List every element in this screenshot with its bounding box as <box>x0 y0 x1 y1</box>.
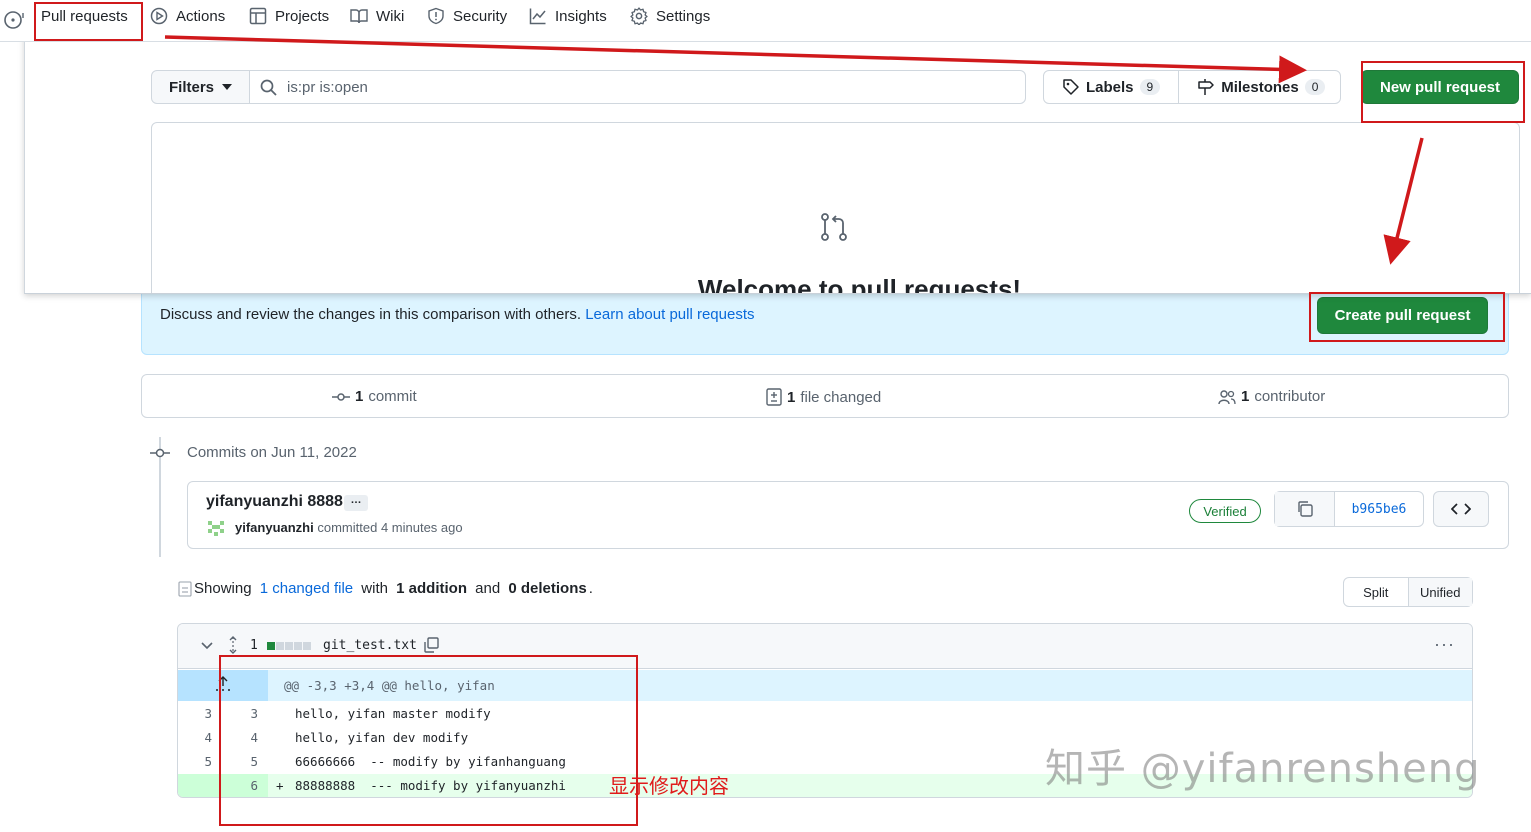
welcome-title: Welcome to pull requests! <box>697 274 1022 294</box>
commit-sha-link[interactable]: b965be6 <box>1335 492 1423 526</box>
labels-button[interactable]: Labels 9 <box>1044 71 1178 103</box>
shield-icon <box>428 7 444 25</box>
files-summary[interactable]: 1 file changed <box>766 388 881 406</box>
files-label: file changed <box>800 388 882 406</box>
commit-time: committed 4 minutes ago <box>317 520 463 535</box>
tab-settings[interactable]: Settings <box>630 6 710 26</box>
git-commit-icon <box>332 392 350 401</box>
watermark: 知乎 @yifanrensheng <box>1045 746 1481 792</box>
annotation-box-new-pr <box>1361 61 1525 123</box>
tab-insights[interactable]: Insights <box>529 6 607 26</box>
old-line-number[interactable]: 3 <box>178 706 212 721</box>
copy-sha-button[interactable] <box>1275 492 1335 526</box>
contributors-label: contributor <box>1254 388 1326 405</box>
tab-label: Wiki <box>376 7 405 25</box>
code-icon <box>1451 503 1471 515</box>
people-icon <box>1218 389 1236 404</box>
file-change-count: 1 <box>250 638 258 653</box>
file-diff-icon <box>178 580 192 597</box>
annotation-box-create-pr <box>1309 292 1505 342</box>
tag-icon <box>1063 79 1079 95</box>
git-pull-request-icon <box>821 213 847 241</box>
copy-icon <box>1297 501 1313 517</box>
chevron-down-icon[interactable] <box>200 641 214 651</box>
issue-opened-icon[interactable] <box>3 10 25 32</box>
tab-actions[interactable]: Actions <box>150 6 225 26</box>
kebab-menu-icon[interactable]: ··· <box>1434 634 1455 655</box>
commit-author-link[interactable]: yifanyuanzhi <box>235 520 314 535</box>
flash-text: Discuss and review the changes in this c… <box>160 306 582 323</box>
annotation-label: 显示修改内容 <box>609 774 729 798</box>
expand-commit-message-button[interactable]: … <box>344 495 368 511</box>
verified-badge[interactable]: Verified <box>1189 499 1261 523</box>
and-text: and <box>475 580 501 597</box>
commit-title-link[interactable]: yifanyuanzhi 8888 <box>206 493 343 511</box>
tab-wiki[interactable]: Wiki <box>350 6 404 26</box>
expand-all-icon[interactable] <box>226 636 240 654</box>
labels-label: Labels <box>1086 78 1134 96</box>
tab-label: Settings <box>656 7 711 25</box>
gear-icon <box>630 7 648 25</box>
play-icon <box>150 7 168 25</box>
commits-label: commit <box>368 388 417 405</box>
contributors-summary[interactable]: 1 contributor <box>1218 388 1325 405</box>
tab-label: Insights <box>555 7 607 25</box>
commits-date: Commits on Jun 11, 2022 <box>187 444 357 461</box>
tab-security[interactable]: Security <box>427 6 507 26</box>
flash-message: Discuss and review the changes in this c… <box>160 306 755 323</box>
blank-slate <box>151 122 1520 293</box>
copy-icon[interactable] <box>422 636 440 654</box>
tab-projects[interactable]: Projects <box>249 6 329 26</box>
showing-text: Showing <box>194 580 252 597</box>
filter-bar: Filters is:pr is:open <box>151 70 1026 104</box>
learn-pr-link[interactable]: Learn about pull requests <box>585 306 754 323</box>
table-icon <box>249 7 267 25</box>
split-view-button[interactable]: Split <box>1344 578 1408 606</box>
annotation-box-diff <box>219 655 638 826</box>
git-commit-icon <box>150 448 170 458</box>
deletions-count: 0 deletions <box>508 580 587 597</box>
old-line-number[interactable]: 4 <box>178 730 212 745</box>
repo-tab-strip: Pull requests Actions Projects Wiki Security… <box>0 0 1531 42</box>
file-diff-icon <box>766 388 782 406</box>
pull-requests-panel: Filters is:pr is:open Labels 9 Milestone… <box>24 0 1531 294</box>
graph-icon <box>529 8 546 25</box>
diff-stats: Showing 1 changed file with 1 addition a… <box>178 580 593 597</box>
milestone-icon <box>1198 79 1214 95</box>
commit-sha-group: b965be6 <box>1274 491 1424 527</box>
tab-label: Projects <box>275 7 330 25</box>
period-text: . <box>588 580 593 597</box>
tab-label: Actions <box>176 7 226 25</box>
filters-label: Filters <box>168 78 214 96</box>
search-input[interactable]: is:pr is:open <box>250 71 1025 103</box>
search-icon <box>260 79 277 96</box>
changed-file-link[interactable]: 1 changed file <box>260 580 353 597</box>
additions-count: 1 addition <box>396 580 467 597</box>
contributors-count: 1 <box>1241 388 1250 405</box>
tab-label: Security <box>453 7 508 25</box>
file-name-link[interactable]: git_test.txt <box>323 638 417 653</box>
search-value: is:pr is:open <box>287 78 368 96</box>
milestones-count: 0 <box>1304 79 1326 95</box>
files-count: 1 <box>787 388 796 406</box>
commits-summary[interactable]: 1 commit <box>332 388 417 405</box>
book-icon <box>350 9 368 24</box>
commits-count: 1 <box>355 388 364 405</box>
with-text: with <box>361 580 388 597</box>
unified-view-button[interactable]: Unified <box>1407 578 1472 606</box>
diffstat-bar <box>267 642 311 650</box>
commit-meta: yifanyuanzhi committed 4 minutes ago <box>235 520 463 535</box>
milestones-button[interactable]: Milestones 0 <box>1178 71 1343 103</box>
old-line-number[interactable]: 5 <box>178 754 212 769</box>
diff-view-toggle: Split Unified <box>1343 577 1473 607</box>
filters-button[interactable]: Filters <box>152 71 250 103</box>
labels-milestones-group: Labels 9 Milestones 0 <box>1043 70 1341 104</box>
milestones-label: Milestones <box>1221 78 1299 96</box>
annotation-box-pr-tab <box>34 2 143 41</box>
labels-count: 9 <box>1139 79 1161 95</box>
caret-down-icon <box>222 84 232 90</box>
avatar <box>206 519 226 537</box>
browse-code-button[interactable] <box>1433 491 1489 527</box>
